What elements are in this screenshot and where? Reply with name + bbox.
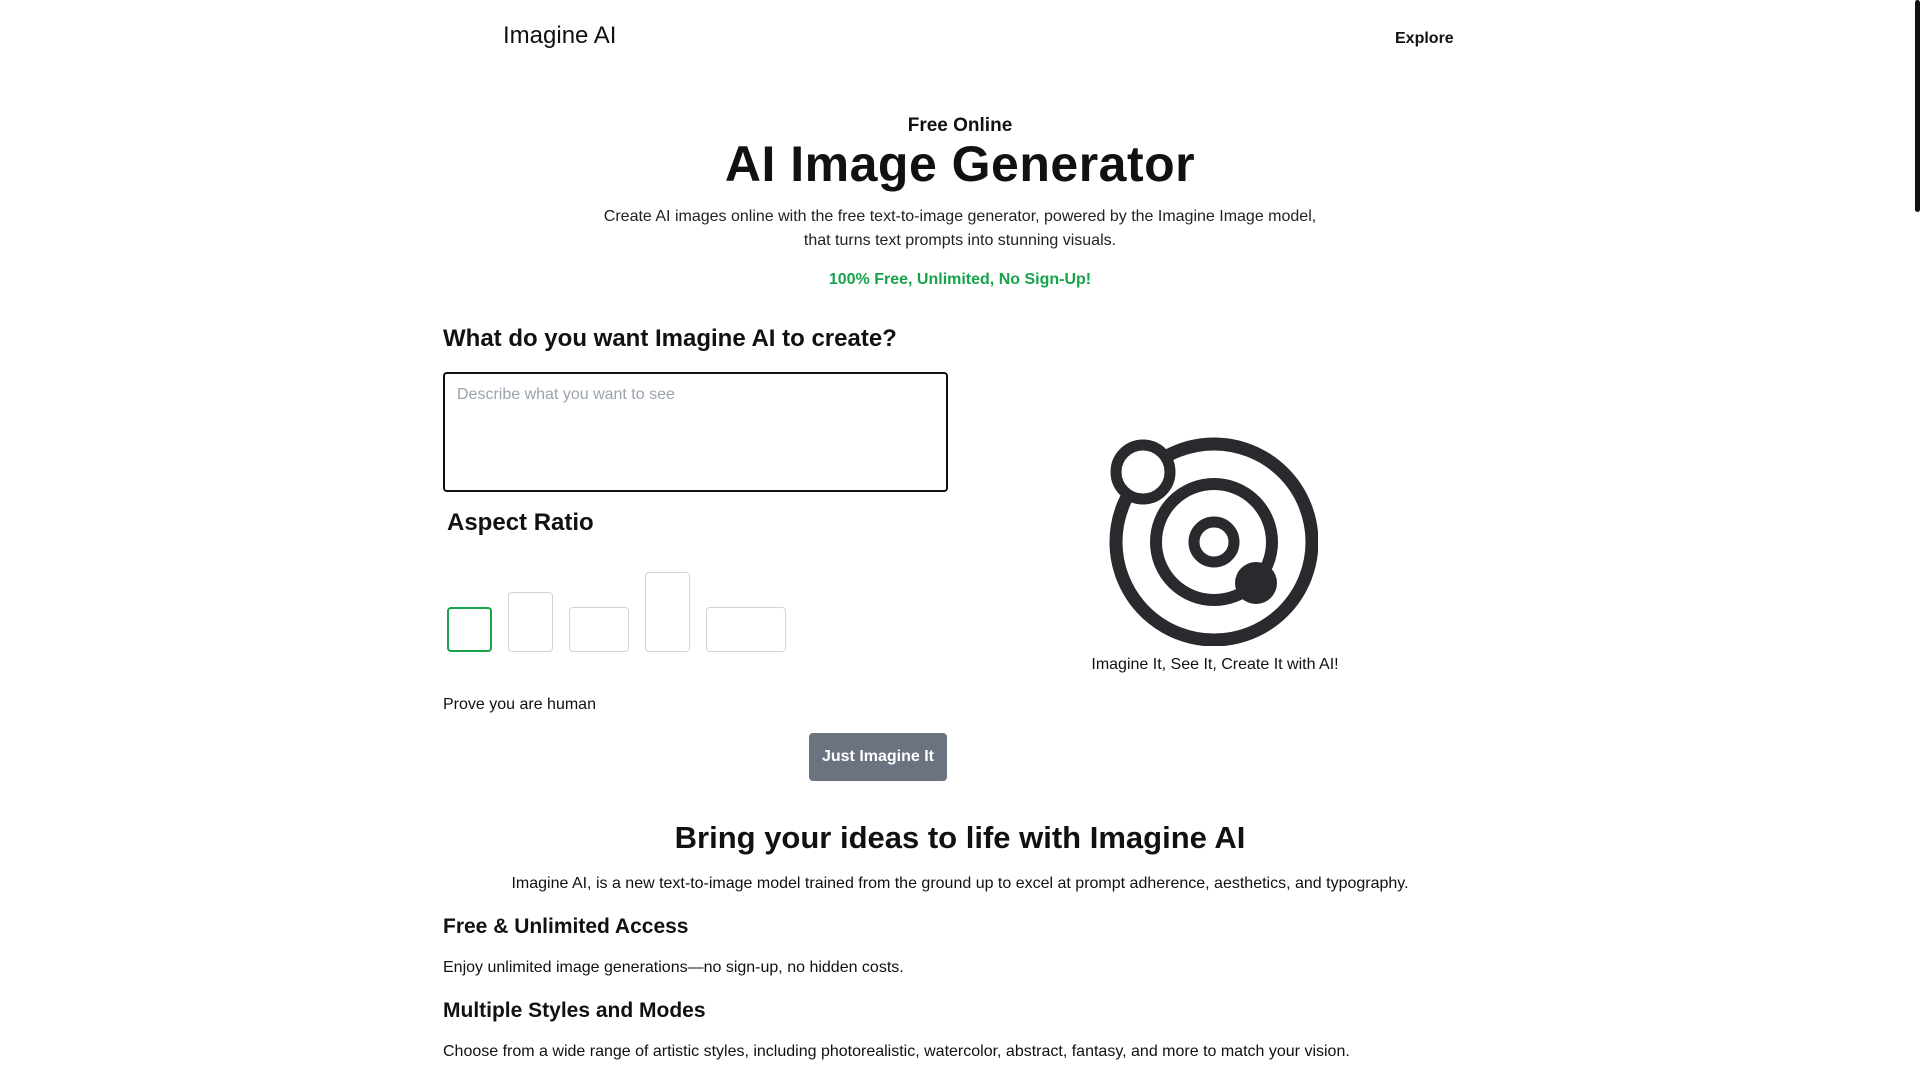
feature-title: Free & Unlimited Access	[443, 915, 689, 938]
nav-explore-link[interactable]: Explore	[1395, 30, 1454, 48]
aspect-ratio-option-square[interactable]	[447, 607, 492, 652]
hero-description-line: that turns text prompts into stunning vi…	[803, 232, 1117, 249]
brand-logo-text[interactable]: Imagine AI	[503, 22, 616, 50]
orbit-logo-icon	[1106, 434, 1319, 647]
hero-description-line: Create AI images online with the free te…	[603, 208, 1317, 225]
captcha-label: Prove you are human	[443, 696, 596, 713]
hero-description: Create AI images online with the free te…	[0, 205, 1920, 253]
feature-text: Enjoy unlimited image generations—no sig…	[443, 959, 904, 976]
aspect-ratio-option-tall[interactable]	[645, 572, 690, 652]
scrollbar-thumb[interactable]	[1915, 0, 1920, 212]
aspect-ratio-heading: Aspect Ratio	[447, 509, 594, 536]
preview-tagline: Imagine It, See It, Create It with AI!	[1091, 656, 1339, 673]
aspect-ratio-option-landscape[interactable]	[569, 607, 629, 652]
hero-kicker: Free Online	[907, 115, 1013, 136]
feature-text: Choose from a wide range of artistic sty…	[443, 1043, 1350, 1060]
section-description: Imagine AI, is a new text-to-image model…	[511, 875, 1409, 892]
free-badge: 100% Free, Unlimited, No Sign-Up!	[828, 271, 1092, 288]
prompt-heading: What do you want Imagine AI to create?	[443, 325, 897, 352]
feature-title: Multiple Styles and Modes	[443, 999, 706, 1022]
section-title: Bring your ideas to life with Imagine AI	[674, 820, 1246, 855]
prompt-input[interactable]	[443, 372, 948, 492]
aspect-ratio-option-wide[interactable]	[706, 607, 786, 652]
page-title: AI Image Generator	[724, 136, 1196, 192]
aspect-ratio-option-portrait[interactable]	[508, 592, 553, 652]
generate-button[interactable]: Just Imagine It	[809, 733, 947, 781]
